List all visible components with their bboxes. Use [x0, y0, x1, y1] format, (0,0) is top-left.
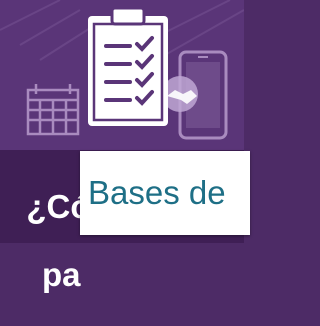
title-line-2: pa [42, 256, 81, 293]
tooltip-popup: Bases de [80, 151, 250, 235]
page-title: ¿Có pa [8, 156, 90, 326]
tooltip-text: Bases de [88, 174, 226, 211]
calendar-icon [26, 84, 80, 136]
banner-illustration [0, 0, 244, 140]
hero-banner [0, 0, 244, 150]
checklist-clipboard-icon [88, 6, 168, 126]
